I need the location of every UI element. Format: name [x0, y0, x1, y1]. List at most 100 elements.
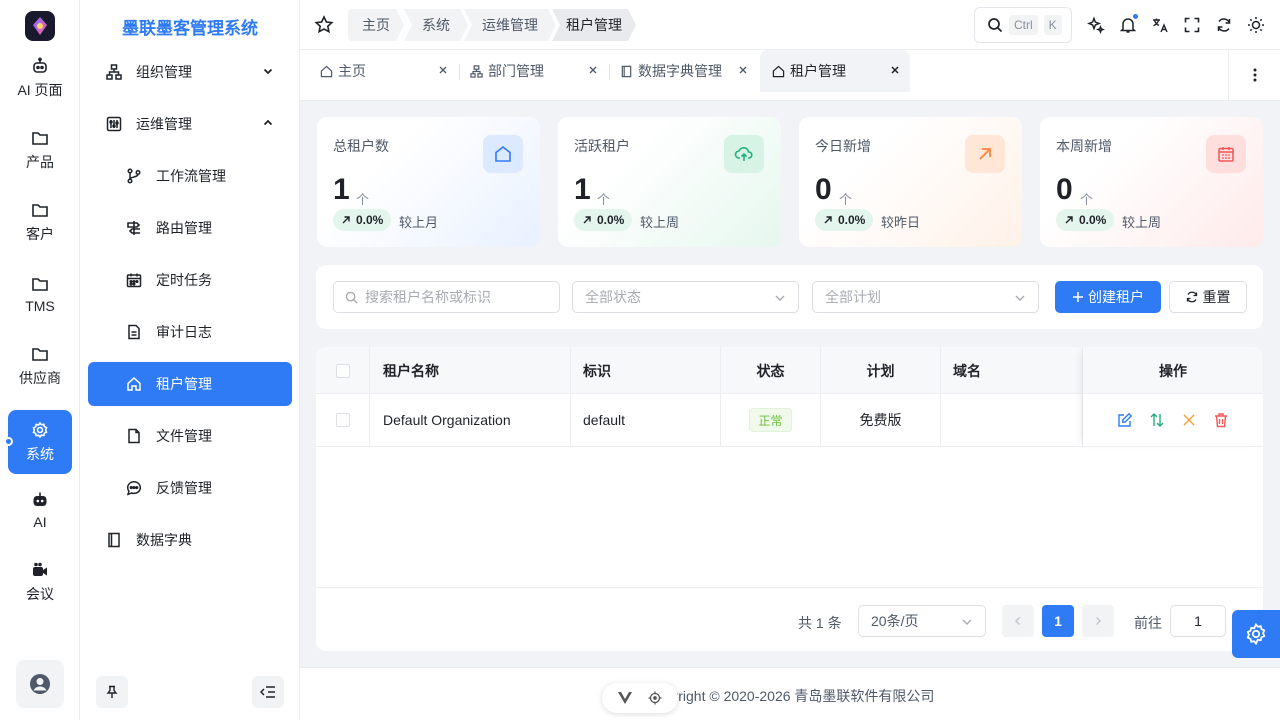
crosshair-icon[interactable]	[648, 691, 662, 705]
calendar-icon	[126, 273, 142, 288]
col-header-status[interactable]: 状态	[721, 347, 821, 394]
rail-item-meeting[interactable]: 会议	[8, 550, 72, 614]
translate-icon	[1153, 18, 1168, 33]
select-all-cell	[316, 347, 370, 394]
reset-label: 重置	[1202, 289, 1231, 305]
tab-dictionary[interactable]: 数据字典管理	[608, 50, 758, 92]
tenant-search-input[interactable]: 搜索租户名称或标识	[333, 281, 560, 313]
pin-button[interactable]	[96, 676, 128, 708]
page-number-button[interactable]: 1	[1042, 605, 1074, 637]
select-all-checkbox[interactable]	[335, 363, 350, 378]
stat-value: 0	[815, 173, 832, 206]
next-page-button[interactable]	[1082, 605, 1114, 637]
sidebar-item-tenant[interactable]: 租户管理	[88, 362, 292, 406]
stat-trend: 0.0%	[1056, 209, 1115, 231]
notification-button[interactable]	[1118, 13, 1139, 35]
sidebar-item-audit[interactable]: 审计日志	[88, 310, 292, 354]
tab-tenant[interactable]: 租户管理	[760, 50, 910, 92]
sun-icon	[1248, 17, 1264, 33]
rail-item-tms[interactable]: TMS	[8, 262, 72, 326]
pagination: 共 1 条 20条/页 1 前往 1	[316, 587, 1263, 651]
status-badge: 正常	[749, 408, 792, 432]
col-header-code[interactable]: 标识	[571, 347, 721, 394]
vue-logo-icon[interactable]	[618, 692, 632, 704]
app-logo[interactable]	[25, 11, 55, 41]
sidebar-item-label: 运维管理	[136, 116, 192, 132]
tab-department[interactable]: 部门管理	[458, 50, 608, 92]
prev-page-button[interactable]	[1002, 605, 1034, 637]
active-indicator-dot	[4, 437, 13, 446]
sidebar-item-file[interactable]: 文件管理	[88, 414, 292, 458]
rail-item-label: 供应商	[19, 369, 61, 386]
user-avatar[interactable]	[16, 660, 64, 708]
folder-icon	[32, 131, 48, 145]
chevron-down-icon	[962, 619, 972, 625]
breadcrumb-home[interactable]: 主页	[348, 9, 404, 41]
tab-home[interactable]: 主页	[308, 50, 458, 92]
trend-up-icon	[1065, 216, 1073, 224]
more-vertical-icon	[1253, 68, 1256, 82]
language-button[interactable]	[1150, 15, 1170, 35]
sidebar-item-org[interactable]: 组织管理	[88, 50, 292, 94]
tab-more-button[interactable]	[1228, 50, 1280, 100]
close-icon[interactable]	[438, 65, 448, 75]
robot-icon	[33, 492, 47, 506]
rail-item-ai-page[interactable]: AI 页面	[8, 46, 72, 110]
stat-compare: 较昨日	[881, 215, 921, 230]
reset-button[interactable]: 重置	[1169, 281, 1247, 313]
close-icon[interactable]	[890, 65, 900, 75]
tab-label: 主页	[338, 63, 366, 79]
stat-compare: 较上周	[1122, 215, 1162, 230]
col-header-domain[interactable]: 域名	[941, 347, 1083, 394]
sidebar-item-dict[interactable]: 数据字典	[88, 518, 292, 562]
theme-toggle-button[interactable]	[1246, 15, 1266, 35]
ai-sparkle-button[interactable]	[1086, 15, 1106, 35]
breadcrumb-system[interactable]: 系统	[404, 9, 468, 41]
plan-placeholder: 全部计划	[825, 289, 881, 305]
pager-total: 共 1 条	[798, 615, 842, 631]
breadcrumb-label: 运维管理	[482, 17, 538, 33]
stat-icon-box	[965, 135, 1005, 173]
book-icon	[108, 532, 120, 548]
ops-icon	[106, 116, 122, 132]
close-icon[interactable]	[588, 65, 598, 75]
col-header-plan[interactable]: 计划	[821, 347, 941, 394]
row-checkbox[interactable]	[335, 413, 350, 427]
plan-select[interactable]: 全部计划	[812, 281, 1039, 313]
cloud-upload-icon	[734, 147, 753, 161]
global-search[interactable]: Ctrl K	[974, 7, 1072, 43]
status-select[interactable]: 全部状态	[572, 281, 799, 313]
refresh-button[interactable]	[1214, 15, 1234, 35]
breadcrumb-ops[interactable]: 运维管理	[464, 9, 556, 41]
fullscreen-button[interactable]	[1182, 15, 1202, 35]
org-icon	[470, 64, 483, 78]
sidebar-item-schedule[interactable]: 定时任务	[88, 258, 292, 302]
video-icon	[33, 562, 47, 576]
rail-item-product[interactable]: 产品	[8, 118, 72, 182]
goto-page-input[interactable]: 1	[1170, 605, 1226, 637]
close-icon[interactable]	[738, 65, 748, 75]
file-icon	[128, 428, 140, 444]
collapse-sidebar-button[interactable]	[252, 676, 284, 708]
rail-item-supplier[interactable]: 供应商	[8, 334, 72, 398]
stat-card-today: 今日新增 0 个 0.0% 较昨日	[799, 117, 1022, 247]
plus-icon	[1073, 292, 1083, 302]
settings-fab-button[interactable]	[1232, 610, 1280, 658]
rail-item-customer[interactable]: 客户	[8, 190, 72, 254]
sidebar-item-label: 文件管理	[156, 428, 212, 444]
create-tenant-button[interactable]: 创建租户	[1055, 281, 1161, 313]
col-header-name[interactable]: 租户名称	[370, 347, 571, 394]
sidebar-item-feedback[interactable]: 反馈管理	[88, 466, 292, 510]
sidebar-item-route[interactable]: 路由管理	[88, 206, 292, 250]
rail-item-ai[interactable]: AI	[8, 478, 72, 542]
rail-item-system[interactable]: 系统	[8, 410, 72, 474]
star-icon[interactable]	[314, 15, 334, 35]
sidebar-item-label: 路由管理	[156, 220, 212, 236]
calendar-icon	[1218, 147, 1234, 162]
sidebar-item-label: 数据字典	[136, 532, 192, 548]
page-size-select[interactable]: 20条/页	[858, 605, 986, 637]
org-icon	[106, 64, 122, 80]
sidebar-item-workflow[interactable]: 工作流管理	[88, 154, 292, 198]
document-icon	[128, 324, 140, 340]
sidebar-item-ops[interactable]: 运维管理	[88, 102, 292, 146]
